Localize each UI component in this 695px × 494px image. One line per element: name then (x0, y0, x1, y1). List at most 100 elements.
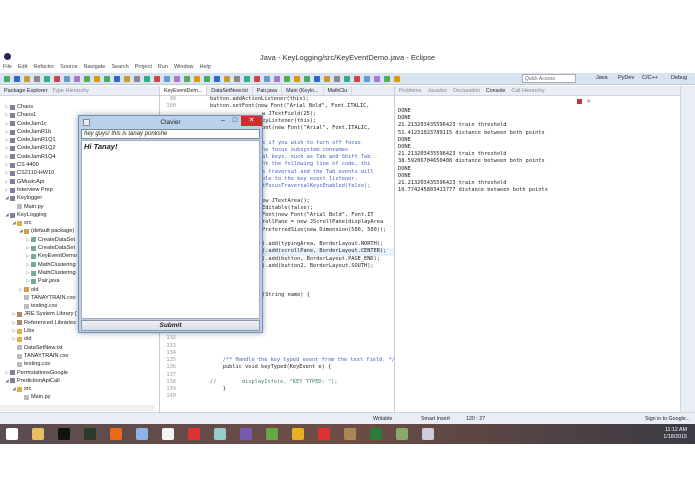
sign-in-google-link[interactable]: Sign in to Google... (645, 416, 690, 422)
menu-edit[interactable]: Edit (18, 64, 27, 73)
toolbar-button-icon[interactable] (394, 76, 400, 82)
quick-access-input[interactable]: Quick Access (522, 74, 576, 83)
toolbar-button-icon[interactable] (204, 76, 210, 82)
console-icon[interactable] (84, 428, 96, 440)
editor-tab[interactable]: Pair.java (253, 86, 283, 95)
typing-input[interactable]: hey guys! this is tanay ponkshe (81, 129, 260, 139)
tree-item[interactable]: ▷ PermutationsGoogle (0, 369, 154, 377)
close-button[interactable]: ✕ (241, 116, 262, 126)
perspective-pydev[interactable]: PyDev (618, 75, 634, 81)
tree-item[interactable]: ◢ PredictionApiCall (0, 377, 154, 385)
menu-search[interactable]: Search (111, 64, 128, 73)
toolbar-button-icon[interactable] (94, 76, 100, 82)
horizontal-scrollbar[interactable] (0, 405, 155, 411)
toolbar-button-icon[interactable] (134, 76, 140, 82)
menu-run[interactable]: Run (158, 64, 168, 73)
toolbar-button-icon[interactable] (4, 76, 10, 82)
remove-launch-icon[interactable]: ✕ (586, 98, 591, 105)
eclipse-icon[interactable] (240, 428, 252, 440)
submit-button[interactable]: Submit (81, 320, 260, 331)
toolbar-button-icon[interactable] (384, 76, 390, 82)
tab-console[interactable]: Console (486, 88, 505, 94)
toolbar-button-icon[interactable] (114, 76, 120, 82)
toolbar-button-icon[interactable] (224, 76, 230, 82)
toolbar-button-icon[interactable] (214, 76, 220, 82)
menu-window[interactable]: Window (174, 64, 194, 73)
tree-item[interactable]: ▷ old (0, 335, 154, 343)
toolbar-button-icon[interactable] (194, 76, 200, 82)
java-icon[interactable] (422, 428, 434, 440)
editor-tab[interactable]: DataSetNew.txt (207, 86, 253, 95)
excel-icon[interactable] (370, 428, 382, 440)
perspective-java[interactable]: Java (596, 75, 608, 81)
toolbar-button-icon[interactable] (24, 76, 30, 82)
menu-refactor[interactable]: Refactor (33, 64, 54, 73)
firefox-icon[interactable] (110, 428, 122, 440)
minimize-button[interactable]: – (217, 116, 229, 126)
toolbar-button-icon[interactable] (44, 76, 50, 82)
sticky-icon[interactable] (292, 428, 304, 440)
toolbar-button-icon[interactable] (74, 76, 80, 82)
toolbar-button-icon[interactable] (344, 76, 350, 82)
maximize-button[interactable]: □ (229, 116, 241, 126)
chrome-icon[interactable] (318, 428, 330, 440)
toolbar-button-icon[interactable] (294, 76, 300, 82)
toolbar-button-icon[interactable] (124, 76, 130, 82)
menu-file[interactable]: File (3, 64, 12, 73)
tab-package-explorer[interactable]: Package Explorer (4, 88, 47, 94)
chrome-icon[interactable] (188, 428, 200, 440)
toolbar-button-icon[interactable] (184, 76, 190, 82)
toolbar-button-icon[interactable] (84, 76, 90, 82)
toolbar-button-icon[interactable] (144, 76, 150, 82)
toolbar-button-icon[interactable] (104, 76, 110, 82)
menu-navigate[interactable]: Navigate (84, 64, 106, 73)
tree-item[interactable]: TANAYTRAIN.csv (0, 352, 154, 360)
photos-icon[interactable] (214, 428, 226, 440)
dialog-titlebar[interactable]: Clavier – □ ✕ (79, 116, 262, 129)
toolbar-button-icon[interactable] (274, 76, 280, 82)
file-explorer-icon[interactable] (32, 428, 44, 440)
menu-help[interactable]: Help (200, 64, 211, 73)
toolbar-button-icon[interactable] (164, 76, 170, 82)
toolbar-button-icon[interactable] (14, 76, 20, 82)
system-clock[interactable]: 11:12 AM 1/18/2015 (663, 427, 687, 441)
toolbar-button-icon[interactable] (244, 76, 250, 82)
toolbar-button-icon[interactable] (314, 76, 320, 82)
tab-problems[interactable]: Problems (399, 88, 421, 94)
start-icon[interactable] (6, 428, 18, 440)
toolbar-button-icon[interactable] (174, 76, 180, 82)
toolbar-button-icon[interactable] (334, 76, 340, 82)
media-icon[interactable] (344, 428, 356, 440)
toolbar-button-icon[interactable] (234, 76, 240, 82)
perspective-cpp[interactable]: C/C++ (642, 75, 658, 81)
toolbar-button-icon[interactable] (354, 76, 360, 82)
toolbar-button-icon[interactable] (284, 76, 290, 82)
perspective-debug[interactable]: Debug (671, 75, 687, 81)
tree-item[interactable]: ▷ Chaos (0, 103, 154, 111)
editor-tab[interactable]: Main (Keylo... (282, 86, 324, 95)
tab-type-hierarchy[interactable]: Type Hierarchy (52, 88, 89, 94)
editor-tab[interactable]: KeyEventDem... (160, 86, 208, 95)
menu-source[interactable]: Source (60, 64, 77, 73)
terminate-icon[interactable] (577, 99, 582, 104)
tree-item[interactable]: ◢ src (0, 385, 154, 393)
android-icon[interactable] (266, 428, 278, 440)
toolbar-button-icon[interactable] (54, 76, 60, 82)
editor-tab[interactable]: MathClu (324, 86, 353, 95)
apps-icon[interactable] (162, 428, 174, 440)
toolbar-button-icon[interactable] (154, 76, 160, 82)
tab-call-hierarchy[interactable]: Call Hierarchy (511, 88, 544, 94)
tree-item[interactable]: testing.csv (0, 360, 154, 368)
toolbar-button-icon[interactable] (254, 76, 260, 82)
notepad-icon[interactable] (136, 428, 148, 440)
toolbar-button-icon[interactable] (264, 76, 270, 82)
toolbar-button-icon[interactable] (304, 76, 310, 82)
tree-item[interactable]: Main.py (0, 393, 154, 401)
terminal-icon[interactable] (58, 428, 70, 440)
tab-declaration[interactable]: Declaration (453, 88, 480, 94)
paint-icon[interactable] (396, 428, 408, 440)
toolbar-button-icon[interactable] (34, 76, 40, 82)
toolbar-button-icon[interactable] (64, 76, 70, 82)
tree-item[interactable]: DataSetNew.txt (0, 344, 154, 352)
toolbar-button-icon[interactable] (364, 76, 370, 82)
